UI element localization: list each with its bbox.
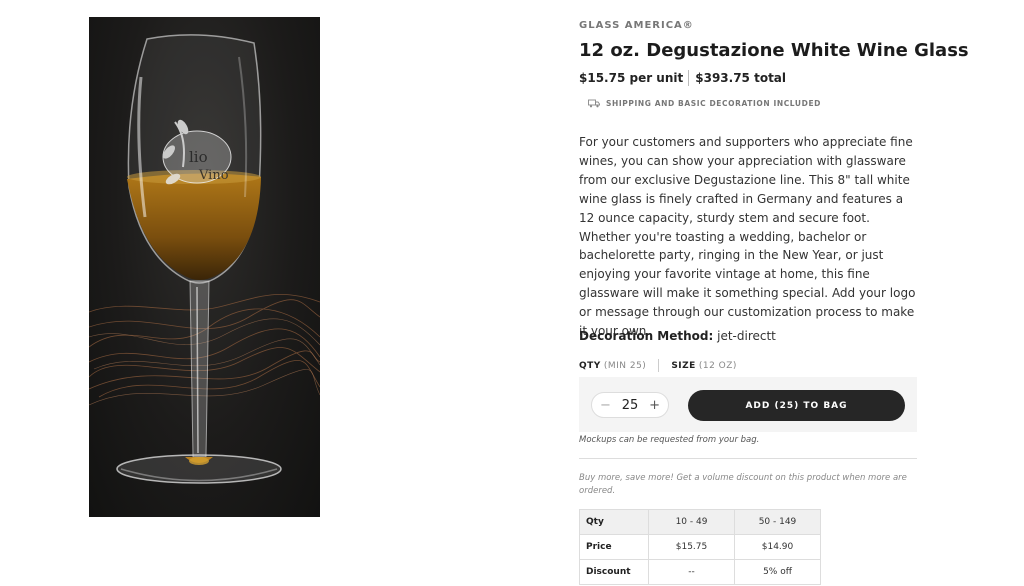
- minus-icon[interactable]: −: [600, 399, 611, 412]
- table-cell: 5% off: [734, 559, 821, 585]
- table-header-cell: Qty: [579, 509, 649, 535]
- product-description: For your customers and supporters who ap…: [579, 135, 916, 339]
- price-divider: [688, 70, 690, 86]
- unit-price: $15.75 per unit: [579, 71, 684, 85]
- quantity-stepper[interactable]: − 25 +: [591, 392, 669, 418]
- table-row: Price $15.75 $14.90: [579, 534, 821, 560]
- brand-name: GLASS AMERICA®: [579, 20, 694, 31]
- options-divider: [658, 359, 660, 372]
- svg-text:lio: lio: [189, 148, 208, 166]
- table-row-label: Price: [579, 534, 649, 560]
- decoration-label: Decoration Method:: [579, 329, 714, 343]
- decoration-method: Decoration Method: jet-directt: [579, 329, 776, 343]
- shipping-note-text: SHIPPING AND BASIC DECORATION INCLUDED: [606, 99, 821, 108]
- table-cell: $15.75: [648, 534, 735, 560]
- price-summary: $15.75 per unit $393.75 total: [579, 70, 786, 86]
- quantity-value[interactable]: 25: [622, 398, 639, 413]
- mockup-note: Mockups can be requested from your bag.: [579, 435, 760, 445]
- buy-box: − 25 + ADD (25) TO BAG: [579, 377, 917, 432]
- table-header-cell: 10 - 49: [648, 509, 735, 535]
- table-row: Discount -- 5% off: [579, 559, 821, 585]
- add-to-bag-button[interactable]: ADD (25) TO BAG: [688, 390, 905, 421]
- divider: [579, 458, 917, 459]
- size-label: SIZE: [671, 360, 696, 371]
- svg-text:Vino: Vino: [198, 168, 229, 183]
- size-value[interactable]: (12 OZ): [699, 361, 737, 371]
- product-title: 12 oz. Degustazione White Wine Glass: [579, 40, 969, 61]
- table-header-cell: 50 - 149: [734, 509, 821, 535]
- truck-icon: [588, 99, 600, 108]
- volume-pricing-table: Qty 10 - 49 50 - 149 Price $15.75 $14.90…: [579, 509, 821, 585]
- product-options: QTY (MIN 25) SIZE (12 OZ): [579, 359, 737, 372]
- product-image: lio Vino: [89, 17, 320, 517]
- qty-label: QTY: [579, 360, 601, 371]
- volume-discount-note: Buy more, save more! Get a volume discou…: [579, 473, 907, 496]
- total-price: $393.75 total: [695, 71, 787, 85]
- table-cell: $14.90: [734, 534, 821, 560]
- wine-glass-illustration: lio Vino: [89, 34, 320, 484]
- decoration-value: jet-directt: [717, 329, 776, 343]
- plus-icon[interactable]: +: [649, 399, 660, 412]
- qty-min: (MIN 25): [603, 360, 647, 371]
- table-row-label: Discount: [579, 559, 649, 585]
- table-cell: --: [648, 559, 735, 585]
- table-row: Qty 10 - 49 50 - 149: [579, 509, 821, 535]
- shipping-note: SHIPPING AND BASIC DECORATION INCLUDED: [588, 99, 821, 108]
